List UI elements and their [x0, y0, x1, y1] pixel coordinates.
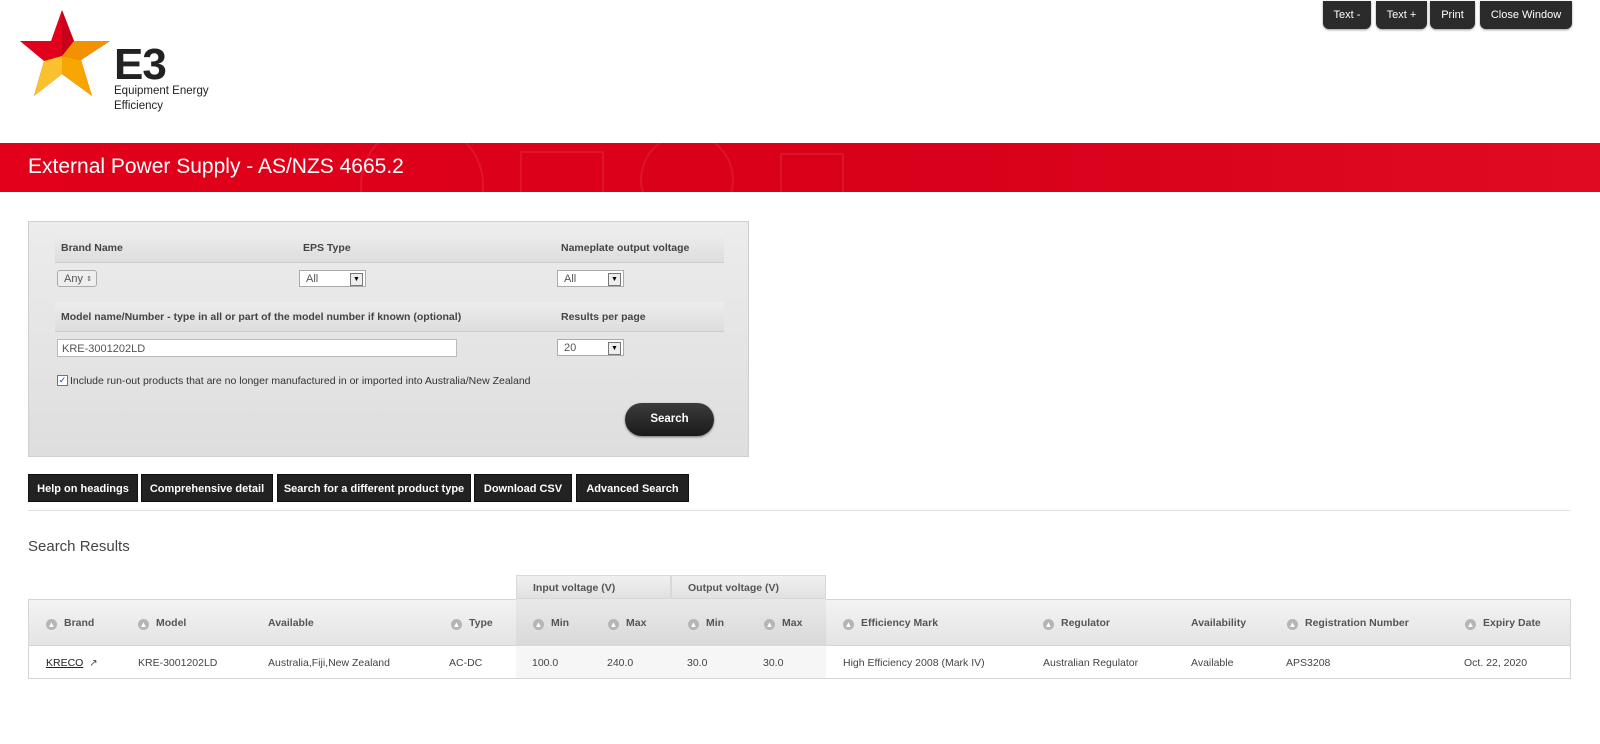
voltage-select[interactable]: All ▼ [557, 270, 624, 287]
output-voltage-group-header: Output voltage (V) [671, 575, 826, 599]
voltage-label: Nameplate output voltage [555, 233, 724, 263]
col-registration-number[interactable]: ▲ Registration Number [1287, 616, 1409, 630]
row-input-max: 240.0 [607, 657, 634, 669]
sort-icon: ▲ [1287, 619, 1298, 630]
col-input-max-label: Max [626, 617, 647, 629]
col-input-min-label: Min [551, 617, 570, 629]
star-logo-icon [20, 10, 110, 96]
divider [28, 510, 1570, 511]
row-model: KRE-3001202LD [138, 657, 218, 669]
col-type[interactable]: ▲ Type [451, 616, 493, 630]
banner-decoration [780, 153, 844, 192]
sort-icon: ▲ [451, 619, 462, 630]
page-title: External Power Supply - AS/NZS 4665.2 [28, 155, 404, 178]
sort-icon: ▲ [1043, 619, 1054, 630]
eps-type-label: EPS Type [297, 233, 555, 263]
chevron-down-icon: ▼ [608, 342, 621, 355]
print-button[interactable]: Print [1430, 1, 1475, 29]
results-per-page-value: 20 [564, 342, 577, 354]
brand-name-label: Brand Name [55, 233, 297, 263]
col-registration-number-label: Registration Number [1305, 617, 1409, 629]
sort-icon: ▲ [843, 619, 854, 630]
col-output-max-label: Max [782, 617, 803, 629]
col-efficiency-mark[interactable]: ▲ Efficiency Mark [843, 616, 938, 630]
row-brand-cell[interactable]: KRECO ↗ [46, 656, 98, 670]
chevron-down-icon: ▼ [608, 273, 621, 286]
col-input-max[interactable]: ▲ Max [608, 616, 646, 630]
page-banner: External Power Supply - AS/NZS 4665.2 [0, 143, 1600, 192]
external-link-icon: ↗ [89, 658, 98, 669]
row-regulator: Australian Regulator [1043, 657, 1139, 669]
runout-label: Include run-out products that are no lon… [70, 375, 531, 387]
advanced-search-button[interactable]: Advanced Search [576, 474, 689, 502]
sort-icon: ▲ [688, 619, 699, 630]
comprehensive-detail-button[interactable]: Comprehensive detail [141, 474, 273, 502]
e3-logo[interactable]: E3 Equipment Energy Efficiency [20, 8, 220, 118]
row-availability: Available [1191, 657, 1234, 669]
col-efficiency-mark-label: Efficiency Mark [861, 617, 939, 629]
col-model-label: Model [156, 617, 187, 629]
close-window-button[interactable]: Close Window [1480, 1, 1572, 29]
chevron-down-icon: ▼ [350, 273, 363, 286]
input-voltage-group-header: Input voltage (V) [516, 575, 671, 599]
row-expiry-date: Oct. 22, 2020 [1464, 657, 1528, 669]
voltage-select-value: All [564, 273, 577, 285]
banner-decoration [520, 151, 604, 192]
model-input[interactable]: KRE-3001202LD [57, 339, 457, 357]
brand-select[interactable]: Any ⇕ [57, 270, 97, 287]
results-per-page-select[interactable]: 20 ▼ [557, 339, 624, 356]
col-model[interactable]: ▲ Model [138, 616, 186, 630]
different-product-type-button[interactable]: Search for a different product type [277, 474, 471, 502]
col-output-min-label: Min [706, 617, 725, 629]
col-regulator[interactable]: ▲ Regulator [1043, 616, 1110, 630]
updown-icon: ⇕ [86, 276, 92, 283]
text-decrease-button[interactable]: Text - [1323, 1, 1371, 29]
results-per-page-label: Results per page [555, 302, 724, 332]
search-results-heading: Search Results [28, 538, 130, 555]
col-output-max[interactable]: ▲ Max [764, 616, 802, 630]
sort-icon: ▲ [46, 619, 57, 630]
row-efficiency-mark: High Efficiency 2008 (Mark IV) [843, 657, 985, 669]
row-type: AC-DC [449, 657, 483, 669]
row-input-min: 100.0 [532, 657, 559, 669]
runout-checkbox[interactable]: ✓ [57, 375, 68, 386]
banner-decoration [640, 143, 734, 192]
eps-type-select[interactable]: All ▼ [299, 270, 366, 287]
model-label: Model name/Number - type in all or part … [55, 302, 555, 332]
col-output-min[interactable]: ▲ Min [688, 616, 724, 630]
brand-select-value: Any [64, 273, 83, 285]
sort-icon: ▲ [608, 619, 619, 630]
row-output-max: 30.0 [763, 657, 784, 669]
col-brand-label: Brand [64, 617, 95, 629]
logo-line1: Equipment Energy [114, 85, 209, 97]
logo-mark: E3 [114, 40, 167, 89]
col-expiry-date[interactable]: ▲ Expiry Date [1465, 616, 1541, 630]
logo-line2: Efficiency [114, 100, 164, 112]
col-regulator-label: Regulator [1061, 617, 1111, 629]
col-available: Available [268, 617, 314, 629]
brand-link[interactable]: KRECO [46, 657, 83, 669]
col-brand[interactable]: ▲ Brand [46, 616, 94, 630]
row-registration-number: APS3208 [1286, 657, 1331, 669]
download-csv-button[interactable]: Download CSV [474, 474, 572, 502]
sort-icon: ▲ [533, 619, 544, 630]
col-expiry-date-label: Expiry Date [1483, 617, 1541, 629]
col-type-label: Type [469, 617, 493, 629]
eps-type-select-value: All [306, 273, 319, 285]
row-available: Australia,Fiji,New Zealand [268, 657, 390, 669]
sort-icon: ▲ [764, 619, 775, 630]
help-on-headings-button[interactable]: Help on headings [28, 474, 138, 502]
search-button[interactable]: Search [625, 403, 714, 436]
sort-icon: ▲ [1465, 619, 1476, 630]
sort-icon: ▲ [138, 619, 149, 630]
row-output-min: 30.0 [687, 657, 708, 669]
col-input-min[interactable]: ▲ Min [533, 616, 569, 630]
col-availability: Availability [1191, 617, 1247, 629]
text-increase-button[interactable]: Text + [1376, 1, 1427, 29]
